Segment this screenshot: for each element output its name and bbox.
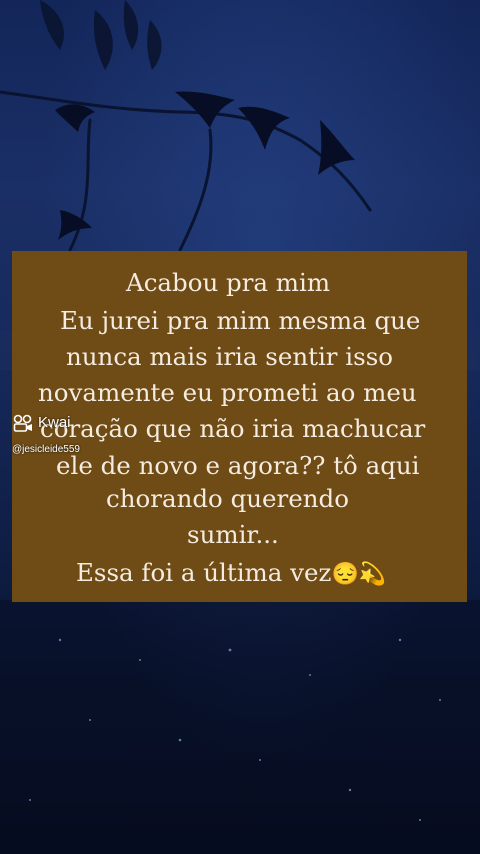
caption-line-4: novamente eu prometi ao meu (38, 378, 417, 407)
caption-line-1: Acabou pra mim (126, 268, 331, 297)
caption-line-7: chorando querendo (106, 484, 349, 513)
caption-line-5: coração que não iria machucar (40, 414, 426, 443)
caption-line-6: ele de novo e agora?? tô aqui (56, 451, 420, 480)
caption-line-2: Eu jurei pra mim mesma que (60, 306, 421, 335)
caption-line-8: sumir... (187, 520, 279, 549)
pensive-sparkle-emoji: 😔💫 (331, 562, 387, 587)
caption-line-9: Essa foi a última vez😔💫 (76, 558, 480, 590)
background-photo: Acabou pra mim Eu jurei pra mim mesma qu… (0, 0, 480, 854)
creator-handle: @jesicleide559 (12, 444, 80, 455)
caption-last-text: Essa foi a última vez (76, 558, 332, 587)
kwai-brand-text: Kwai (38, 414, 71, 431)
caption-line-3: nunca mais iria sentir isso (66, 342, 394, 371)
kwai-logo-icon (13, 414, 32, 432)
kwai-watermark: Kwai (12, 414, 71, 432)
